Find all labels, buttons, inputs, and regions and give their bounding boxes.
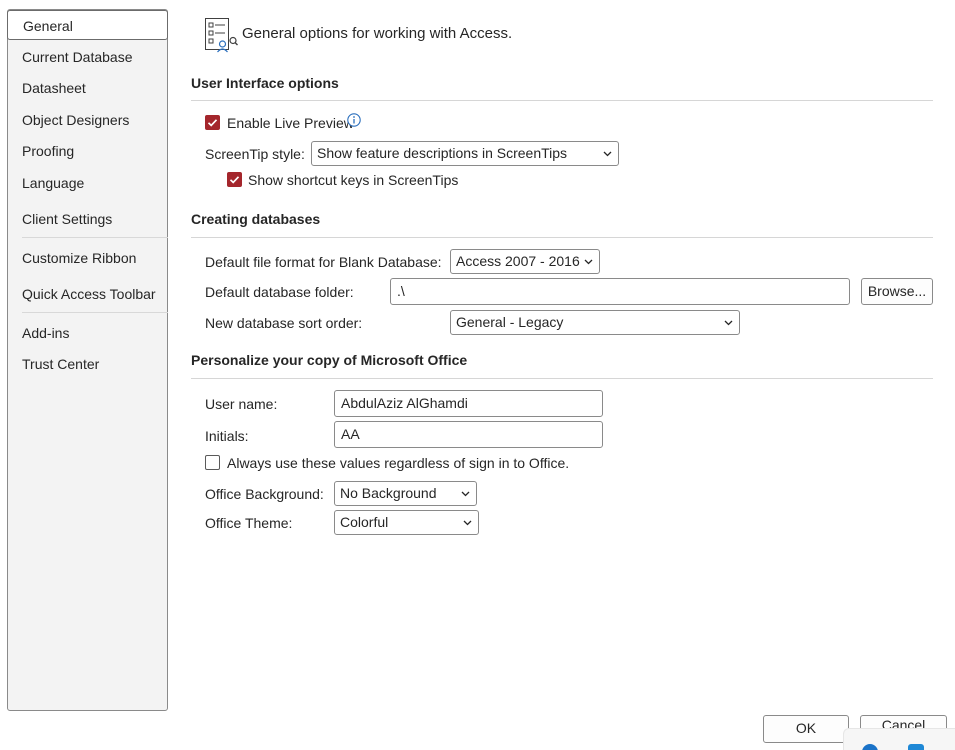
office-background-value: No Background	[340, 485, 437, 501]
office-background-dropdown[interactable]: No Background	[334, 481, 477, 506]
taskbar-fragment	[843, 728, 955, 750]
always-use-values-label[interactable]: Always use these values regardless of si…	[227, 454, 569, 472]
app-icon[interactable]	[862, 744, 878, 750]
nav-item-trust-center[interactable]: Trust Center	[8, 349, 167, 379]
section-title-ui-options: User Interface options	[191, 75, 339, 91]
app-icon[interactable]	[908, 744, 924, 750]
initials-label: Initials:	[205, 428, 249, 444]
nav-divider	[22, 237, 168, 238]
nav-item-current-database[interactable]: Current Database	[8, 42, 167, 72]
office-theme-label: Office Theme:	[205, 515, 293, 531]
section-title-creating-databases: Creating databases	[191, 211, 321, 227]
sort-order-value: General - Legacy	[456, 314, 564, 330]
options-nav-sidebar: General Current Database Datasheet Objec…	[7, 9, 168, 711]
sort-order-dropdown[interactable]: General - Legacy	[450, 310, 740, 335]
default-database-folder-label: Default database folder:	[205, 284, 354, 300]
nav-item-quick-access-toolbar[interactable]: Quick Access Toolbar	[8, 279, 167, 309]
screentip-style-value: Show feature descriptions in ScreenTips	[317, 145, 568, 161]
default-file-format-label: Default file format for Blank Database:	[205, 254, 442, 270]
nav-divider	[22, 312, 168, 313]
office-theme-value: Colorful	[340, 514, 389, 530]
nav-item-proofing[interactable]: Proofing	[8, 136, 167, 166]
default-file-format-dropdown[interactable]: Access 2007 - 2016	[450, 249, 600, 274]
nav-item-object-designers[interactable]: Object Designers	[8, 105, 167, 135]
always-use-values-checkbox[interactable]	[205, 455, 220, 470]
info-icon[interactable]	[347, 113, 361, 127]
section-divider	[191, 378, 933, 379]
general-options-icon	[203, 17, 239, 53]
nav-item-client-settings[interactable]: Client Settings	[8, 204, 167, 234]
screentip-style-dropdown[interactable]: Show feature descriptions in ScreenTips	[311, 141, 619, 166]
show-shortcut-keys-label[interactable]: Show shortcut keys in ScreenTips	[248, 171, 458, 189]
show-shortcut-keys-checkbox[interactable]	[227, 172, 242, 187]
default-file-format-value: Access 2007 - 2016	[456, 253, 580, 269]
page-heading: General options for working with Access.	[242, 25, 513, 42]
chevron-down-icon	[463, 520, 472, 526]
nav-item-datasheet[interactable]: Datasheet	[8, 73, 167, 103]
nav-item-language[interactable]: Language	[8, 168, 167, 198]
office-background-label: Office Background:	[205, 486, 324, 502]
nav-item-general[interactable]: General	[7, 10, 168, 40]
chevron-down-icon	[603, 151, 612, 157]
office-theme-dropdown[interactable]: Colorful	[334, 510, 479, 535]
browse-button[interactable]: Browse...	[861, 278, 933, 305]
chevron-down-icon	[584, 259, 593, 265]
section-title-personalize: Personalize your copy of Microsoft Offic…	[191, 352, 468, 368]
initials-input[interactable]: AA	[334, 421, 603, 448]
chevron-down-icon	[461, 491, 470, 497]
ok-button[interactable]: OK	[763, 715, 849, 743]
section-divider	[191, 237, 933, 238]
section-divider	[191, 100, 933, 101]
sort-order-label: New database sort order:	[205, 315, 363, 331]
user-name-input[interactable]: AbdulAziz AlGhamdi	[334, 390, 603, 417]
enable-live-preview-label[interactable]: Enable Live Preview	[227, 114, 354, 132]
default-database-folder-input[interactable]: .\	[390, 278, 850, 305]
user-name-label: User name:	[205, 396, 278, 412]
nav-item-add-ins[interactable]: Add-ins	[8, 318, 167, 348]
chevron-down-icon	[724, 320, 733, 326]
nav-item-customize-ribbon[interactable]: Customize Ribbon	[8, 243, 167, 273]
enable-live-preview-checkbox[interactable]	[205, 115, 220, 130]
screentip-style-label: ScreenTip style:	[205, 146, 305, 162]
